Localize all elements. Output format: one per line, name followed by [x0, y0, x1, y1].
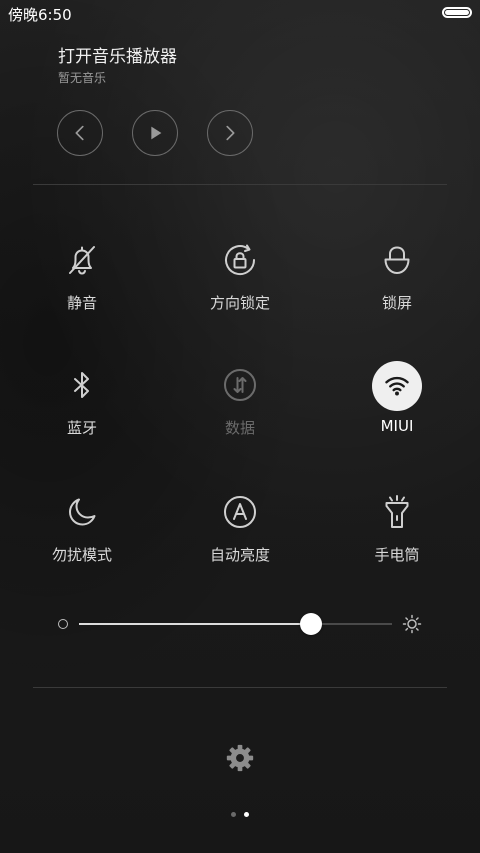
gear-icon	[226, 744, 254, 772]
toggle-label: 静音	[66, 294, 97, 312]
toggle-do-not-disturb[interactable]: 勿扰模式	[22, 488, 142, 578]
toggle-wifi[interactable]: MIUI	[337, 361, 457, 451]
page-indicator	[0, 812, 480, 820]
toggle-silent[interactable]: 静音	[22, 236, 142, 326]
toggle-label: 方向锁定	[209, 294, 270, 312]
bluetooth-icon	[58, 361, 106, 409]
toggle-label: MIUI	[380, 417, 414, 435]
status-bar: 傍晚6:50	[0, 0, 480, 28]
battery-level	[445, 10, 469, 15]
lock-icon	[373, 236, 421, 284]
toggle-label: 蓝牙	[66, 419, 97, 437]
mobile-data-icon	[216, 361, 264, 409]
sun-icon	[402, 614, 422, 634]
bell-off-icon	[58, 236, 106, 284]
page-dot-current	[244, 812, 249, 817]
play-icon	[151, 126, 162, 140]
previous-icon	[75, 125, 84, 141]
moon-icon	[58, 488, 106, 536]
toggle-label: 手电筒	[374, 546, 420, 564]
music-player-subtitle: 暂无音乐	[58, 71, 107, 85]
brightness-control	[56, 610, 426, 640]
wifi-icon	[372, 361, 422, 411]
rotation-lock-icon	[216, 236, 264, 284]
toggle-rotation-lock[interactable]: 方向锁定	[180, 236, 300, 326]
flashlight-icon	[373, 488, 421, 536]
toggle-mobile-data[interactable]: 数据	[180, 361, 300, 451]
next-track-button[interactable]	[207, 110, 253, 156]
control-center: 傍晚6:50 打开音乐播放器 暂无音乐 静音 方向锁定 锁屏 蓝牙 数据 MIU…	[0, 0, 480, 853]
settings-button[interactable]	[223, 741, 257, 775]
auto-brightness-icon	[216, 488, 264, 536]
toggle-label: 自动亮度	[209, 546, 270, 564]
toggle-label: 锁屏	[381, 294, 412, 312]
play-button[interactable]	[132, 110, 178, 156]
music-player-title[interactable]: 打开音乐播放器	[58, 42, 177, 67]
divider	[33, 687, 447, 688]
toggle-flashlight[interactable]: 手电筒	[337, 488, 457, 578]
page-dot	[231, 812, 236, 817]
toggle-label: 数据	[224, 419, 255, 437]
divider	[33, 184, 447, 185]
brightness-fill	[79, 623, 311, 625]
toggle-label: 勿扰模式	[51, 546, 112, 564]
toggle-lock-screen[interactable]: 锁屏	[337, 236, 457, 326]
toggle-auto-brightness[interactable]: 自动亮度	[180, 488, 300, 578]
brightness-low-icon	[58, 619, 68, 629]
status-time: 傍晚6:50	[8, 6, 72, 24]
toggle-bluetooth[interactable]: 蓝牙	[22, 361, 142, 451]
brightness-slider[interactable]	[79, 613, 392, 635]
brightness-thumb[interactable]	[299, 613, 322, 635]
battery-icon	[442, 7, 472, 18]
previous-track-button[interactable]	[57, 110, 103, 156]
next-icon	[226, 125, 235, 141]
